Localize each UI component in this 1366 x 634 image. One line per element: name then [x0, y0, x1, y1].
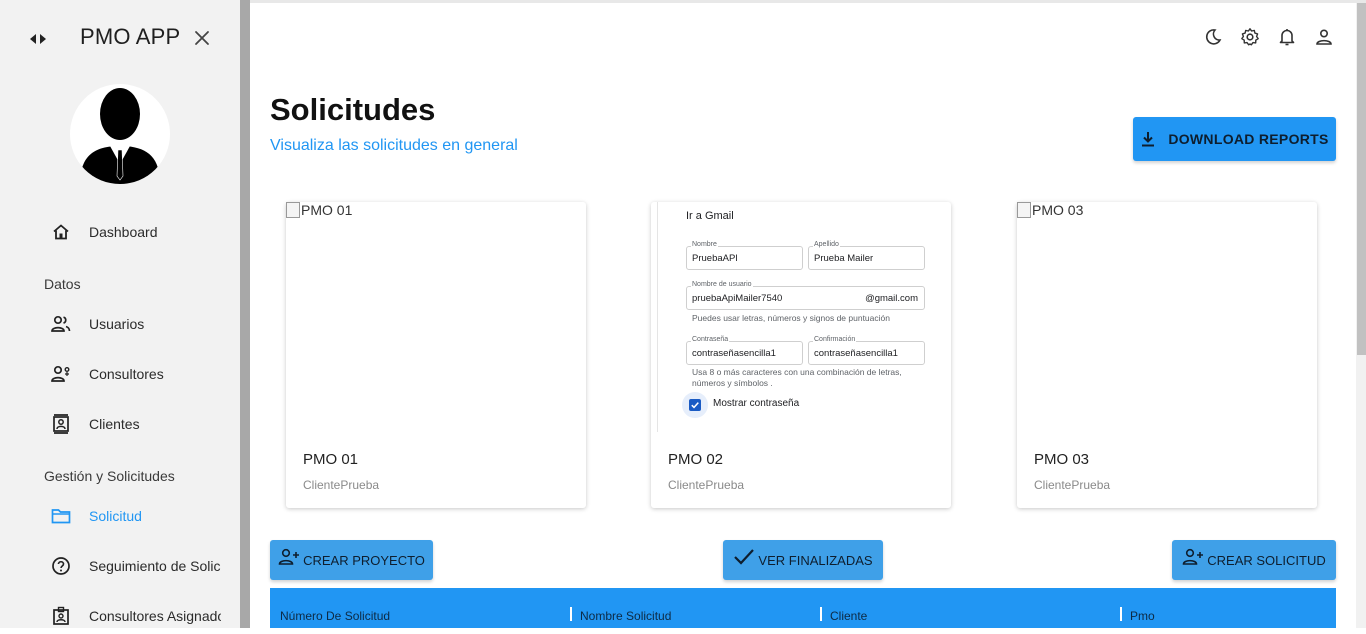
gmail-password-label: Contraseña — [691, 336, 730, 343]
gmail-apellido-value: Prueba Mailer — [814, 253, 874, 264]
project-card-pmo-02[interactable]: Ir a Gmail Nombre PruebaAPI Apellido Pru… — [651, 202, 951, 508]
gmail-password-hint: Usa 8 o más caracteres con una combinaci… — [692, 367, 902, 388]
column-header-nombre[interactable]: Nombre Solicitud — [580, 609, 671, 623]
column-header-cliente[interactable]: Cliente — [830, 609, 867, 623]
gmail-usuario-label: Nombre de usuario — [691, 281, 753, 288]
page-subtitle: Visualiza las solicitudes en general — [270, 137, 518, 154]
sidebar-item-label: Solicitud — [89, 508, 142, 524]
account-icon[interactable] — [1314, 26, 1334, 48]
assigned-badge-icon — [50, 605, 72, 627]
crear-proyecto-button[interactable]: CREAR PROYECTO — [270, 540, 433, 580]
topbar-icons — [1203, 26, 1334, 48]
gmail-title: Ir a Gmail — [686, 210, 734, 222]
home-icon — [50, 221, 72, 243]
collapse-toggle-icon[interactable] — [28, 30, 48, 48]
card-image-alt: PMO 01 — [301, 202, 353, 218]
gmail-apellido-label: Apellido — [813, 241, 840, 248]
checkmark-icon — [689, 399, 701, 411]
card-client: ClientePrueba — [303, 478, 380, 492]
sidebar-divider[interactable] — [240, 0, 250, 628]
gmail-show-password-label: Mostrar contraseña — [713, 398, 800, 409]
ver-finalizadas-button[interactable]: VER FINALIZADAS — [723, 540, 883, 580]
card-client: ClientePrueba — [668, 478, 745, 492]
sidebar-item-usuarios[interactable]: Usuarios — [0, 306, 240, 342]
sidebar-item-label: Usuarios — [89, 316, 145, 332]
requests-table-header: Número De Solicitud Nombre Solicitud Cli… — [270, 588, 1336, 628]
gmail-confirm-label: Confirmación — [813, 336, 857, 343]
notifications-icon[interactable] — [1277, 26, 1297, 48]
sidebar-item-label: Consultores Asignados — [89, 608, 221, 624]
crear-solicitud-button[interactable]: CREAR SOLICITUD — [1172, 540, 1336, 580]
help-circle-icon — [50, 555, 72, 577]
column-header-numero[interactable]: Número De Solicitud — [280, 609, 390, 623]
gmail-nombre-label: Nombre — [691, 241, 718, 248]
broken-image-icon — [1017, 202, 1031, 218]
ver-finalizadas-label: VER FINALIZADAS — [758, 552, 873, 568]
card-image-broken: PMO 01 — [286, 202, 352, 218]
sidebar-item-dashboard[interactable]: Dashboard — [0, 214, 240, 250]
gmail-nombre-value: PruebaAPI — [692, 253, 738, 264]
gmail-password-field: Contraseña contraseñasencilla1 — [686, 336, 803, 365]
gmail-domain-suffix: @gmail.com — [865, 293, 918, 304]
download-reports-button[interactable]: DOWNLOAD REPORTS — [1133, 117, 1336, 161]
column-header-pmo[interactable]: Pmo — [1130, 609, 1155, 623]
settings-icon[interactable] — [1240, 26, 1260, 48]
person-add-icon — [278, 548, 300, 565]
section-label-gestion: Gestión y Solicitudes — [44, 468, 175, 484]
consultant-icon — [50, 363, 72, 385]
gmail-show-password-checkbox — [682, 392, 708, 418]
folder-icon — [50, 505, 72, 527]
broken-image-icon — [286, 202, 300, 218]
gmail-usuario-field: Nombre de usuario pruebaApiMailer7540 @g… — [686, 281, 925, 310]
avatar — [70, 84, 170, 184]
gmail-usuario-hint: Puedes usar letras, números y signos de … — [692, 313, 890, 323]
sidebar-item-seguimiento[interactable]: Seguimiento de Solicitudes — [0, 548, 240, 584]
sidebar-item-consultores[interactable]: Consultores — [0, 356, 240, 392]
column-separator[interactable] — [820, 607, 822, 621]
sidebar: PMO APP Dashboard Datos Usuarios Consult… — [0, 0, 240, 628]
column-separator[interactable] — [1120, 607, 1122, 621]
gmail-password-value: contraseñasencilla1 — [692, 348, 776, 359]
sidebar-item-label: Seguimiento de Solicitudes — [89, 558, 221, 574]
gmail-nombre-field: Nombre PruebaAPI — [686, 241, 803, 270]
crear-proyecto-label: CREAR PROYECTO — [303, 552, 425, 568]
card-title: PMO 02 — [668, 451, 724, 468]
sidebar-header: PMO APP — [0, 22, 240, 56]
close-icon[interactable] — [192, 28, 212, 48]
gmail-confirm-value: contraseñasencilla1 — [814, 348, 898, 359]
users-icon — [50, 313, 72, 335]
app-title: PMO APP — [80, 24, 181, 49]
page-title: Solicitudes — [270, 92, 436, 127]
card-title: PMO 03 — [1034, 451, 1090, 468]
card-client: ClientePrueba — [1034, 478, 1111, 492]
dark-mode-icon[interactable] — [1203, 26, 1223, 48]
download-reports-label: DOWNLOAD REPORTS — [1168, 131, 1329, 147]
gmail-usuario-value: pruebaApiMailer7540 — [692, 293, 783, 304]
card-image-broken: PMO 03 — [1017, 202, 1083, 218]
project-card-pmo-03[interactable]: PMO 03 PMO 03 ClientePrueba — [1017, 202, 1317, 508]
card-image-alt: PMO 03 — [1032, 202, 1084, 218]
sidebar-item-solicitud[interactable]: Solicitud — [0, 498, 240, 534]
gmail-apellido-field: Apellido Prueba Mailer — [808, 241, 925, 270]
card-image-gmail-form: Ir a Gmail Nombre PruebaAPI Apellido Pru… — [657, 202, 945, 432]
person-add-icon — [1182, 548, 1204, 565]
sidebar-item-clientes[interactable]: Clientes — [0, 406, 240, 442]
project-card-pmo-01[interactable]: PMO 01 PMO 01 ClientePrueba — [286, 202, 586, 508]
download-icon — [1142, 132, 1155, 147]
sidebar-item-label: Clientes — [89, 416, 140, 432]
sidebar-item-label: Dashboard — [89, 224, 158, 240]
contact-card-icon — [50, 413, 72, 435]
scrollbar-thumb[interactable] — [1357, 3, 1366, 355]
gmail-confirm-field: Confirmación contraseñasencilla1 — [808, 336, 925, 365]
sidebar-item-label: Consultores — [89, 366, 164, 382]
card-title: PMO 01 — [303, 451, 359, 468]
check-icon — [734, 549, 755, 565]
sidebar-item-consultores-asignados[interactable]: Consultores Asignados — [0, 598, 240, 634]
column-separator[interactable] — [570, 607, 572, 621]
crear-solicitud-label: CREAR SOLICITUD — [1207, 552, 1326, 568]
section-label-datos: Datos — [44, 276, 81, 292]
